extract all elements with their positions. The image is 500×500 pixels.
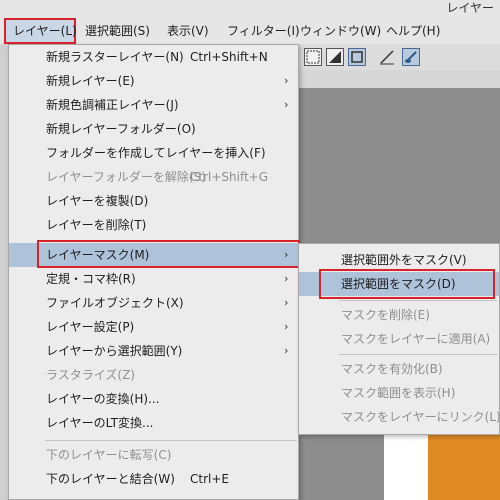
menu-layer[interactable]: レイヤー(L): [4, 18, 77, 44]
menu-item-duplicate-layer[interactable]: レイヤーを複製(D): [9, 189, 298, 213]
menu-item-lt-convert[interactable]: レイヤーのLT変換...: [9, 411, 298, 435]
menu-window[interactable]: ウィンドウ(W): [300, 18, 381, 44]
tool-toolbar: [298, 44, 500, 71]
menu-divider: [45, 440, 297, 441]
submenu-item-link-mask: マスクをレイヤーにリンク(L): [341, 410, 500, 424]
chevron-right-icon: ›: [284, 74, 289, 87]
pen-line-icon[interactable]: [378, 48, 396, 66]
title-bar: レイヤー: [0, 0, 500, 18]
menu-divider: [339, 354, 497, 355]
menu-item-selection-from-layer[interactable]: レイヤーから選択範囲(Y) ›: [9, 339, 298, 363]
layer-mask-submenu: 選択範囲外をマスク(V) 選択範囲をマスク(D) マスクを削除(E) マスクをレ…: [298, 243, 500, 435]
menu-item-transfer-to-lower: 下のレイヤーに転写(C): [46, 448, 172, 462]
window-title: レイヤー: [446, 1, 494, 15]
menu-help[interactable]: ヘルプ(H): [386, 18, 440, 44]
submenu-item-apply-mask: マスクをレイヤーに適用(A): [341, 332, 491, 346]
menu-bar: レイヤー(L) 選択範囲(S) 表示(V) フィルター(I) ウィンドウ(W) …: [0, 18, 500, 45]
chevron-right-icon: ›: [284, 296, 289, 309]
menu-item-layer-settings[interactable]: レイヤー設定(P) ›: [9, 315, 298, 339]
chevron-right-icon: ›: [284, 248, 289, 261]
menu-item-merge-with-lower[interactable]: 下のレイヤーと結合(W) Ctrl+E: [9, 467, 298, 491]
menu-divider: [339, 300, 497, 301]
submenu-item-enable-mask: マスクを有効化(B): [341, 362, 443, 376]
menu-item-delete-layer[interactable]: レイヤーを削除(T): [9, 213, 298, 237]
menu-item-new-layer[interactable]: 新規レイヤー(E) ›: [9, 69, 298, 93]
submenu-item-delete-mask: マスクを削除(E): [341, 308, 430, 322]
menu-item-release-folder: レイヤーフォルダーを解除(S) Ctrl+Shift+G: [46, 170, 269, 184]
menu-item-new-raster-layer[interactable]: 新規ラスターレイヤー(N) Ctrl+Shift+N: [9, 45, 298, 69]
menu-item-file-object[interactable]: ファイルオブジェクト(X) ›: [9, 291, 298, 315]
menu-view[interactable]: 表示(V): [167, 18, 209, 44]
menu-item-create-folder-insert[interactable]: フォルダーを作成してレイヤーを挿入(F): [9, 141, 298, 165]
chevron-right-icon: ›: [284, 320, 289, 333]
select-invert-icon[interactable]: [326, 48, 344, 66]
menu-item-layer-mask[interactable]: レイヤーマスク(M) ›: [9, 240, 300, 268]
chevron-right-icon: ›: [284, 344, 289, 357]
layer-menu-dropdown: 新規ラスターレイヤー(N) Ctrl+Shift+N 新規レイヤー(E) › 新…: [8, 44, 300, 500]
menu-item-rasterize: ラスタライズ(Z): [46, 368, 135, 382]
select-rect-icon[interactable]: [304, 48, 322, 66]
brush-icon[interactable]: [402, 48, 420, 66]
menu-item-ruler-frame[interactable]: 定規・コマ枠(R) ›: [9, 267, 298, 291]
menu-item-convert-layer[interactable]: レイヤーの変換(H)...: [9, 387, 298, 411]
tool-options-strip: [298, 70, 500, 88]
menu-item-new-layer-folder[interactable]: 新規レイヤーフォルダー(O): [9, 117, 298, 141]
submenu-item-mask-selection[interactable]: 選択範囲をマスク(D): [299, 269, 499, 299]
submenu-item-show-mask-area: マスク範囲を表示(H): [341, 386, 456, 400]
chevron-right-icon: ›: [284, 272, 289, 285]
menu-selection[interactable]: 選択範囲(S): [85, 18, 150, 44]
canvas-orange-region: [428, 435, 500, 500]
menu-item-new-correction-layer[interactable]: 新規色調補正レイヤー(J) ›: [9, 93, 298, 117]
menu-filter[interactable]: フィルター(I): [227, 18, 300, 44]
chevron-right-icon: ›: [284, 98, 289, 111]
select-frame-icon[interactable]: [348, 48, 366, 66]
canvas-white-region: [384, 435, 428, 500]
